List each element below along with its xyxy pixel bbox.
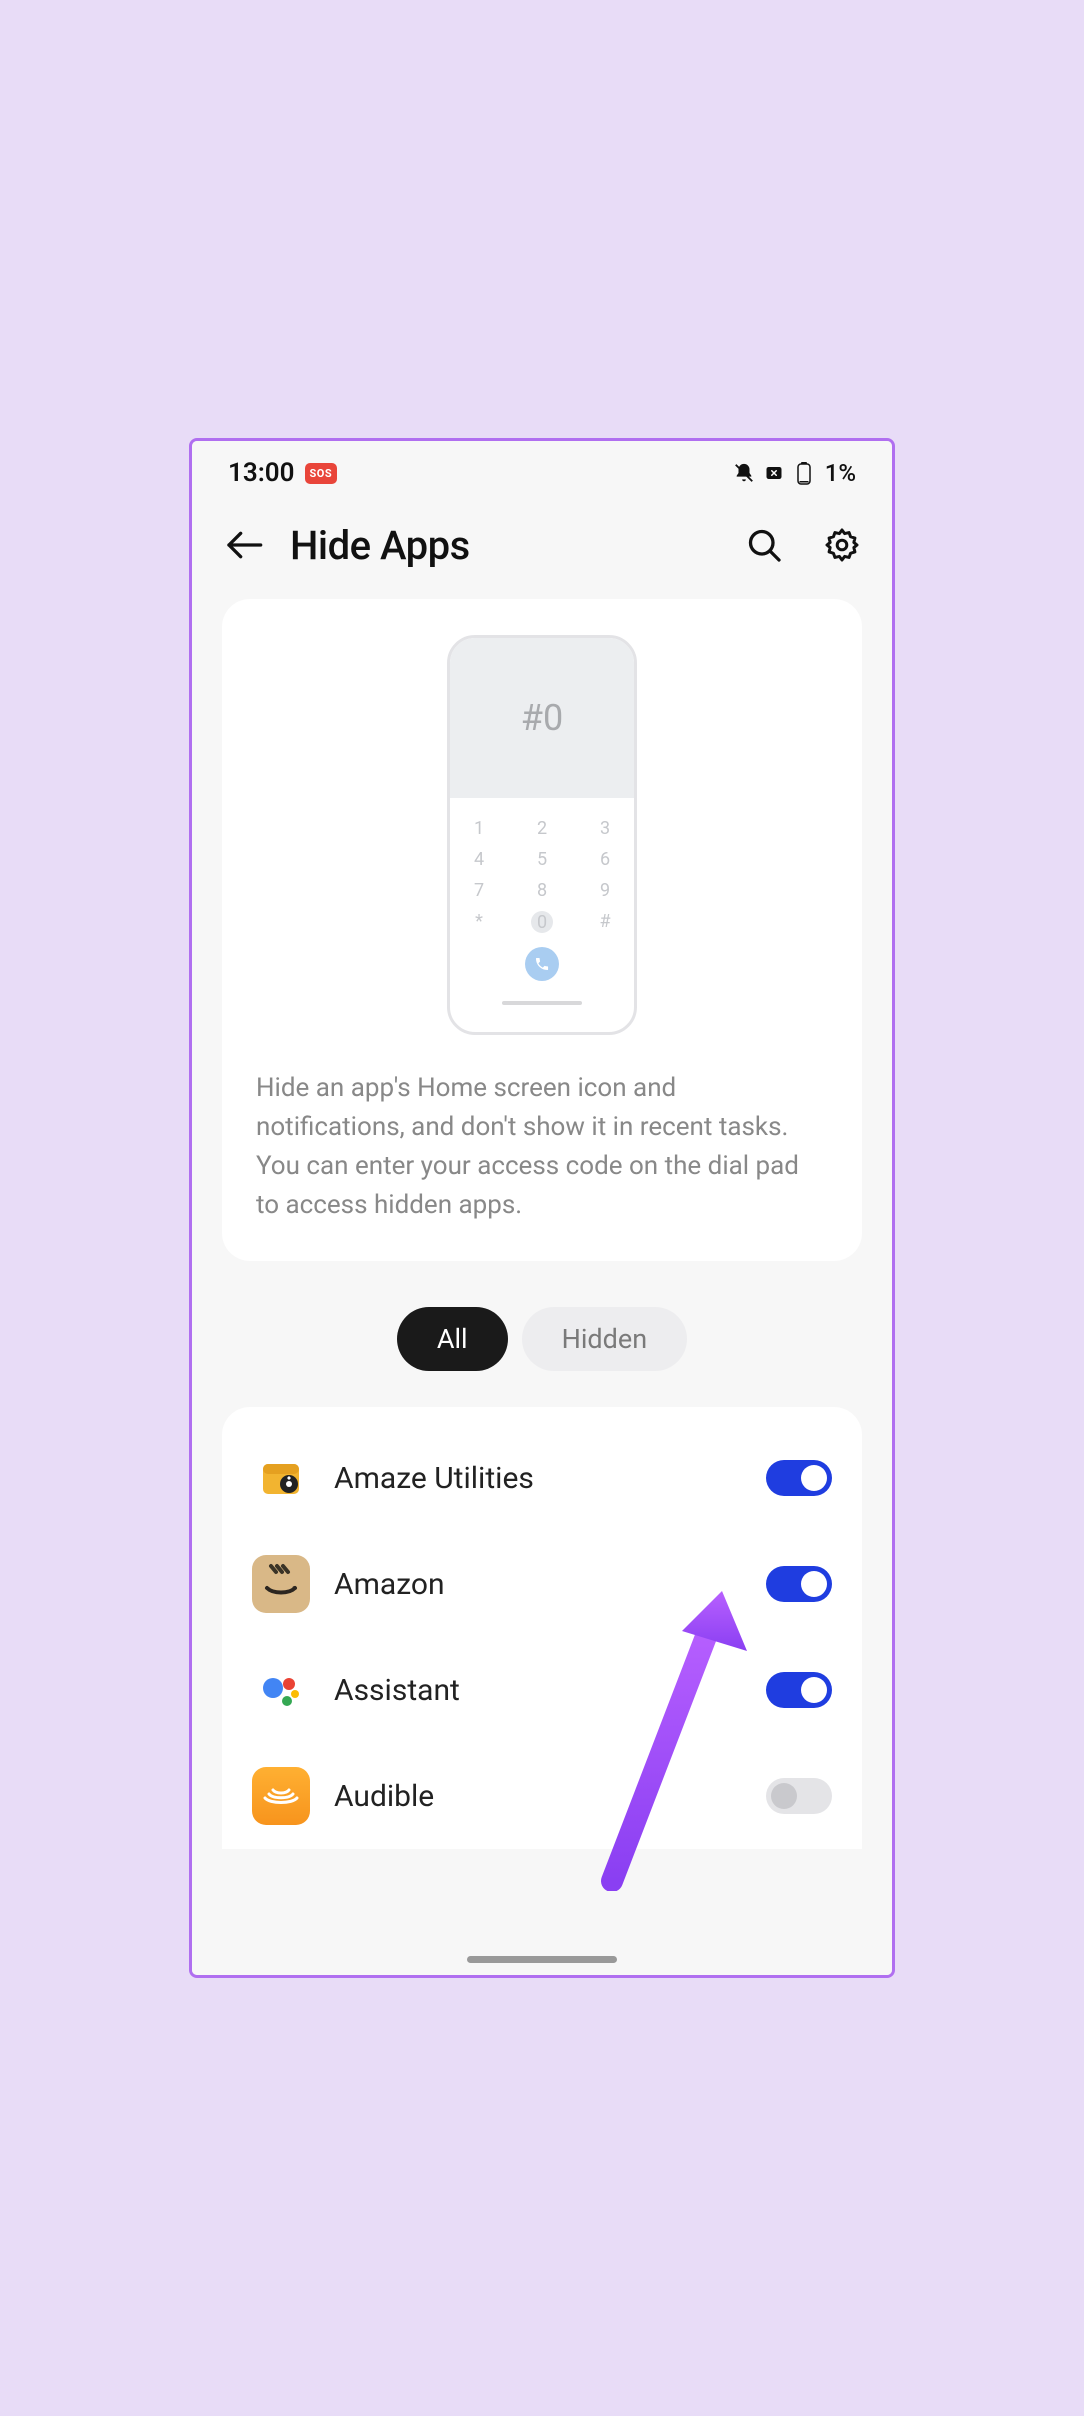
key-hash: # (590, 911, 620, 933)
key-zero: 0 (527, 911, 557, 933)
settings-button[interactable] (820, 523, 864, 567)
key-8: 8 (527, 880, 557, 901)
page-title: Hide Apps (290, 522, 708, 569)
statusbar: 13:00 SOS 1% (192, 441, 892, 499)
app-icon-amazon (252, 1555, 310, 1613)
key-star: * (464, 911, 494, 933)
battery-icon (793, 462, 815, 484)
key-4: 4 (464, 849, 494, 870)
screen: 13:00 SOS 1% Hide Apps (192, 441, 892, 1975)
sos-badge: SOS (305, 463, 338, 484)
status-left: 13:00 SOS (228, 458, 337, 488)
illustration-home-bar (502, 1001, 582, 1005)
code-hint: #0 (450, 638, 634, 798)
back-button[interactable] (220, 521, 268, 569)
app-icon-amaze (252, 1449, 310, 1507)
app-name: Audible (334, 1779, 742, 1814)
app-row-assistant: Assistant (252, 1637, 832, 1743)
filter-tabs: All Hidden (192, 1307, 892, 1371)
search-button[interactable] (742, 523, 786, 567)
call-icon (525, 947, 559, 981)
toggle-amaze[interactable] (766, 1460, 832, 1496)
mute-icon (733, 462, 755, 484)
app-row-amazon: Amazon (252, 1531, 832, 1637)
key-9: 9 (590, 880, 620, 901)
battery-percent: 1% (825, 459, 856, 487)
no-sim-icon (763, 462, 785, 484)
toggle-audible[interactable] (766, 1778, 832, 1814)
phone-illustration: #0 1 2 3 4 5 6 7 8 9 * 0 # (447, 635, 637, 1035)
header: Hide Apps (192, 499, 892, 599)
app-name: Amazon (334, 1567, 742, 1602)
toggle-amazon[interactable] (766, 1566, 832, 1602)
tab-all[interactable]: All (397, 1307, 508, 1371)
tab-hidden[interactable]: Hidden (522, 1307, 688, 1371)
device-frame: 13:00 SOS 1% Hide Apps (189, 438, 895, 1978)
illustration-keypad: 1 2 3 4 5 6 7 8 9 * 0 # (450, 798, 634, 1032)
app-name: Amaze Utilities (334, 1461, 742, 1496)
key-2: 2 (527, 818, 557, 839)
key-7: 7 (464, 880, 494, 901)
info-description: Hide an app's Home screen icon and notif… (252, 1069, 832, 1225)
key-3: 3 (590, 818, 620, 839)
info-card: #0 1 2 3 4 5 6 7 8 9 * 0 # Hide an app's Home sc… (222, 599, 862, 1261)
app-row-amaze: Amaze Utilities (252, 1425, 832, 1531)
toggle-assistant[interactable] (766, 1672, 832, 1708)
key-5: 5 (527, 849, 557, 870)
app-icon-assistant (252, 1661, 310, 1719)
nav-home-indicator[interactable] (467, 1956, 617, 1963)
app-icon-audible (252, 1767, 310, 1825)
app-list: Amaze Utilities Amazon Assistant (222, 1407, 862, 1849)
app-name: Assistant (334, 1673, 742, 1708)
app-row-audible: Audible (252, 1743, 832, 1849)
key-6: 6 (590, 849, 620, 870)
status-right: 1% (733, 459, 856, 487)
status-time: 13:00 (228, 458, 295, 488)
key-1: 1 (464, 818, 494, 839)
